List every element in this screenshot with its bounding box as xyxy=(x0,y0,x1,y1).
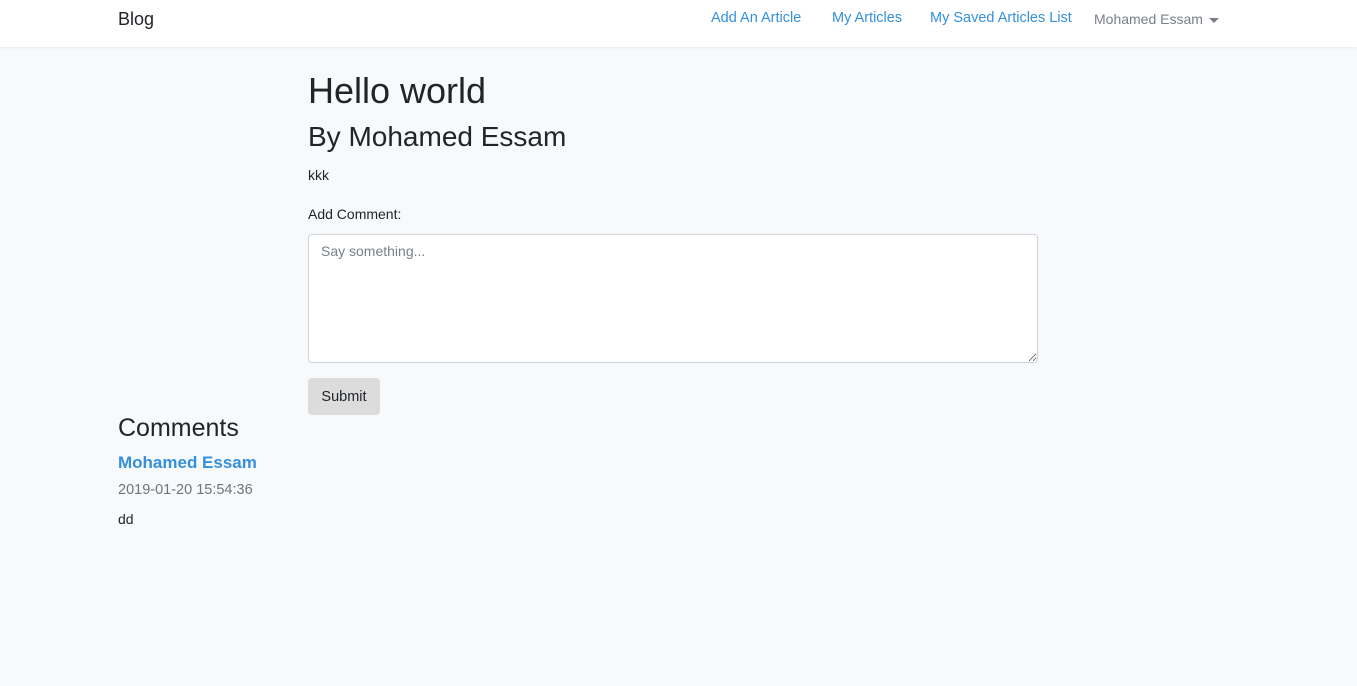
article-author: By Mohamed Essam xyxy=(308,121,567,152)
nav-saved-articles-link[interactable]: My Saved Articles List xyxy=(930,10,1072,26)
article-title: Hello world xyxy=(308,70,487,111)
user-name-label: Mohamed Essam xyxy=(1094,11,1203,27)
brand-link[interactable]: Blog xyxy=(118,9,154,30)
comment-author-link[interactable]: Mohamed Essam xyxy=(118,453,257,473)
article-body: kkk xyxy=(308,167,329,183)
nav-add-article-link[interactable]: Add An Article xyxy=(711,10,801,26)
add-comment-label: Add Comment: xyxy=(308,206,402,222)
top-navbar: Blog Add An Article My Articles My Saved… xyxy=(0,0,1357,47)
submit-comment-button[interactable]: Submit xyxy=(308,378,380,415)
comments-heading: Comments xyxy=(118,414,239,442)
comment-timestamp: 2019-01-20 15:54:36 xyxy=(118,482,253,498)
caret-down-icon xyxy=(1208,17,1219,23)
user-dropdown-toggle[interactable]: Mohamed Essam xyxy=(1094,11,1219,27)
comment-textarea[interactable] xyxy=(308,234,1038,363)
comment-text: dd xyxy=(118,511,134,527)
nav-my-articles-link[interactable]: My Articles xyxy=(832,10,902,26)
